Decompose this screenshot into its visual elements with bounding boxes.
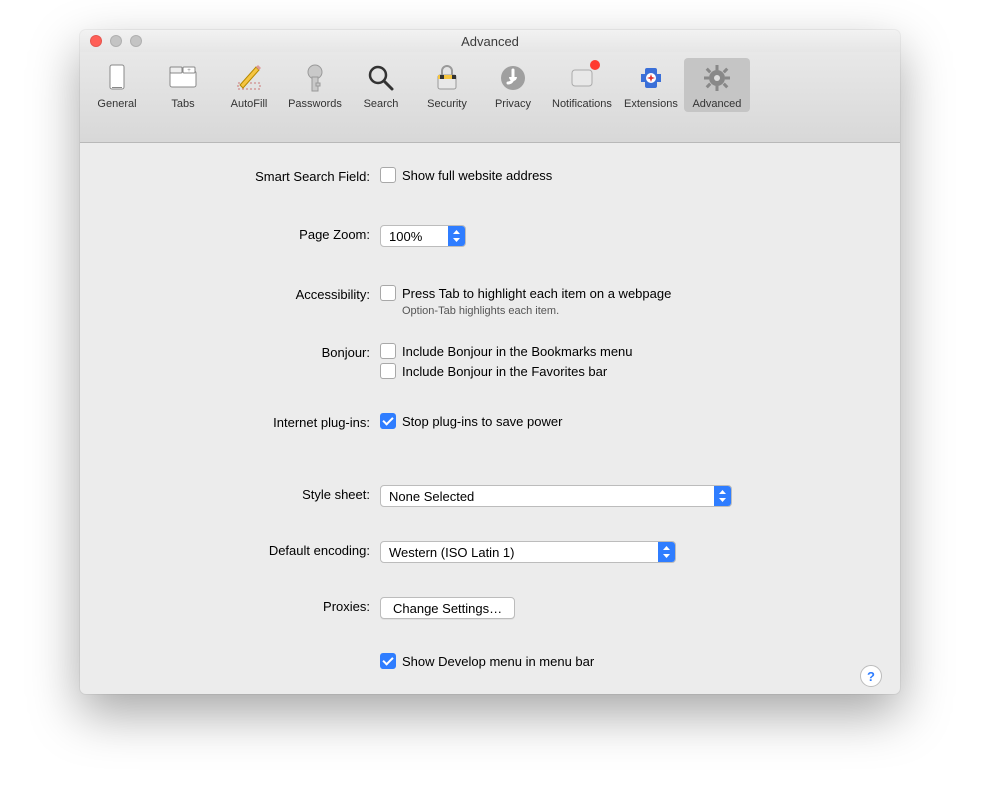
encoding-value: Western (ISO Latin 1) <box>381 545 658 560</box>
show-full-address-label: Show full website address <box>402 168 552 183</box>
change-settings-label: Change Settings… <box>393 601 502 616</box>
page-zoom-label: Page Zoom: <box>100 225 380 242</box>
toolbar-label: Tabs <box>171 98 194 110</box>
change-settings-button[interactable]: Change Settings… <box>380 597 515 619</box>
press-tab-checkbox[interactable] <box>380 285 396 301</box>
prefs-window: Advanced General + Tabs AutoFill <box>80 30 900 694</box>
press-tab-hint: Option-Tab highlights each item. <box>402 305 870 317</box>
show-develop-label: Show Develop menu in menu bar <box>402 654 594 669</box>
extensions-icon <box>635 62 667 94</box>
toolbar-label: Security <box>427 98 467 110</box>
autofill-icon <box>233 62 265 94</box>
svg-text:+: + <box>187 68 191 74</box>
stylesheet-value: None Selected <box>381 489 714 504</box>
toolbar-label: Passwords <box>288 98 342 110</box>
bonjour-bookmarks-checkbox[interactable] <box>380 343 396 359</box>
passwords-icon <box>299 62 331 94</box>
show-full-address-checkbox[interactable] <box>380 167 396 183</box>
proxies-label: Proxies: <box>100 597 380 614</box>
bonjour-label: Bonjour: <box>100 343 380 360</box>
toolbar-item-passwords[interactable]: Passwords <box>282 58 348 112</box>
content: Smart Search Field: Show full website ad… <box>80 143 900 694</box>
toolbar-label: Advanced <box>692 98 741 110</box>
stepper-icon <box>658 542 675 562</box>
page-zoom-value: 100% <box>381 229 448 244</box>
notifications-icon <box>566 62 598 94</box>
plugins-label: Internet plug-ins: <box>100 413 380 430</box>
toolbar-label: Search <box>364 98 399 110</box>
toolbar-item-privacy[interactable]: Privacy <box>480 58 546 112</box>
toolbar-label: AutoFill <box>231 98 268 110</box>
stepper-icon <box>448 226 465 246</box>
toolbar-item-search[interactable]: Search <box>348 58 414 112</box>
encoding-label: Default encoding: <box>100 541 380 558</box>
tabs-icon: + <box>167 62 199 94</box>
bonjour-favorites-checkbox[interactable] <box>380 363 396 379</box>
encoding-select[interactable]: Western (ISO Latin 1) <box>380 541 676 563</box>
help-button[interactable]: ? <box>860 665 882 687</box>
general-icon <box>101 62 133 94</box>
toolbar-item-security[interactable]: Security <box>414 58 480 112</box>
titlebar: Advanced <box>80 30 900 52</box>
privacy-icon <box>497 62 529 94</box>
toolbar-label: Privacy <box>495 98 531 110</box>
show-develop-checkbox[interactable] <box>380 653 396 669</box>
search-icon <box>365 62 397 94</box>
toolbar-item-autofill[interactable]: AutoFill <box>216 58 282 112</box>
security-icon <box>431 62 463 94</box>
stylesheet-select[interactable]: None Selected <box>380 485 732 507</box>
help-icon: ? <box>867 669 875 684</box>
toolbar-item-general[interactable]: General <box>84 58 150 112</box>
advanced-icon <box>701 62 733 94</box>
stop-plugins-label: Stop plug-ins to save power <box>402 414 562 429</box>
toolbar-item-extensions[interactable]: Extensions <box>618 58 684 112</box>
toolbar-item-advanced[interactable]: Advanced <box>684 58 750 112</box>
bonjour-favorites-label: Include Bonjour in the Favorites bar <box>402 364 607 379</box>
toolbar-label: General <box>97 98 136 110</box>
toolbar-item-notifications[interactable]: Notifications <box>546 58 618 112</box>
window-title: Advanced <box>80 34 900 49</box>
press-tab-label: Press Tab to highlight each item on a we… <box>402 286 671 301</box>
toolbar-label: Notifications <box>552 98 612 110</box>
toolbar-label: Extensions <box>624 98 678 110</box>
toolbar: General + Tabs AutoFill Passwords <box>80 52 900 143</box>
bonjour-bookmarks-label: Include Bonjour in the Bookmarks menu <box>402 344 633 359</box>
stop-plugins-checkbox[interactable] <box>380 413 396 429</box>
smart-search-label: Smart Search Field: <box>100 167 380 184</box>
toolbar-item-tabs[interactable]: + Tabs <box>150 58 216 112</box>
page-zoom-select[interactable]: 100% <box>380 225 466 247</box>
accessibility-label: Accessibility: <box>100 285 380 302</box>
stepper-icon <box>714 486 731 506</box>
stylesheet-label: Style sheet: <box>100 485 380 502</box>
